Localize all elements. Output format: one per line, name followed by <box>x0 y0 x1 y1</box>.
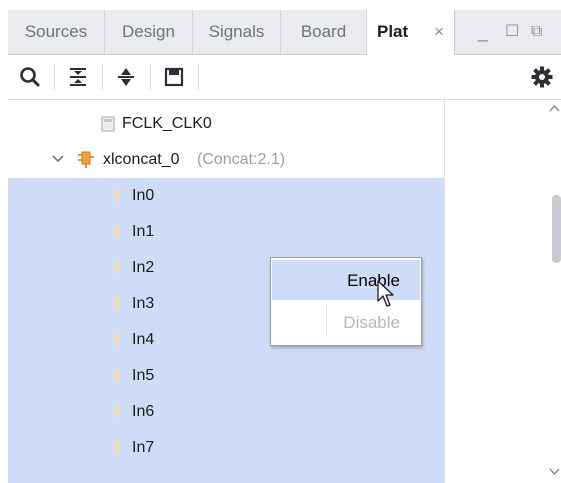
pin-icon <box>115 297 119 309</box>
pin-icon <box>115 333 119 345</box>
ip-version-label: (Concat:2.1) <box>197 151 286 168</box>
tab-board[interactable]: Board <box>281 10 367 54</box>
properties-pane <box>445 100 561 483</box>
expand-all-icon[interactable] <box>114 65 138 89</box>
tree-row-label: In5 <box>132 367 155 384</box>
menu-item-label: Disable <box>343 313 400 332</box>
tab-plat[interactable]: Plat × <box>367 10 455 55</box>
pin-icon <box>115 225 119 237</box>
tree-row-label: In1 <box>132 223 155 240</box>
pin-icon <box>115 369 119 381</box>
collapse-all-icon[interactable] <box>66 65 90 89</box>
tree-row-xlconcat-0[interactable]: xlconcat_0 (Concat:2.1) <box>8 142 444 178</box>
pin-icon <box>115 189 119 201</box>
toolbar-divider <box>198 64 199 90</box>
tree-row-label: FCLK_CLK0 <box>122 115 212 132</box>
maximize-icon[interactable]: ☐ <box>505 10 519 54</box>
tree-row-label: In4 <box>132 331 155 348</box>
minimize-icon[interactable]: _ <box>478 10 488 54</box>
tree-row-in0[interactable]: In0 <box>8 178 444 214</box>
toolbar-divider <box>102 64 103 90</box>
tree-row-fclk-clk0[interactable]: FCLK_CLK0 <box>8 106 444 142</box>
platform-panel: Sources Design Signals Board Plat × _ ☐ … <box>8 10 561 483</box>
tree-row-label: In7 <box>132 439 155 456</box>
tab-signals[interactable]: Signals <box>193 10 281 54</box>
restore-icon[interactable]: ⧉ <box>531 10 542 54</box>
context-menu: Enable Disable <box>270 257 422 346</box>
tab-bar: Sources Design Signals Board Plat × _ ☐ … <box>8 10 561 55</box>
menu-item-enable[interactable]: Enable <box>272 260 420 300</box>
tree-row-label: In2 <box>132 259 155 276</box>
toolbar <box>8 55 561 100</box>
toolbar-divider <box>150 64 151 90</box>
port-icon <box>101 116 115 132</box>
tab-design[interactable]: Design <box>105 10 193 54</box>
pin-icon <box>115 441 119 453</box>
tree-row-label: In3 <box>132 295 155 312</box>
tree-row-in1[interactable]: In1 <box>8 214 444 250</box>
scroll-up-icon[interactable] <box>548 102 561 116</box>
close-icon[interactable]: × <box>434 10 444 54</box>
search-icon[interactable] <box>18 65 42 89</box>
tree-row-in7[interactable]: In7 <box>8 430 444 483</box>
tree-row-in5[interactable]: In5 <box>8 358 444 394</box>
tree-row-label: xlconcat_0 <box>103 151 180 168</box>
pin-icon <box>115 261 119 273</box>
pin-icon <box>115 405 119 417</box>
ip-block-icon <box>78 151 94 168</box>
menu-item-disable[interactable]: Disable <box>272 302 420 342</box>
tree-row-label: In6 <box>132 403 155 420</box>
tree-row-label: In0 <box>132 187 155 204</box>
toolbar-divider <box>54 64 55 90</box>
chevron-down-icon[interactable] <box>52 154 64 164</box>
save-icon[interactable] <box>162 65 186 89</box>
tab-plat-label: Plat <box>377 22 409 41</box>
tab-sources[interactable]: Sources <box>8 10 105 54</box>
mouse-cursor-icon <box>377 280 394 307</box>
scroll-down-icon[interactable] <box>548 464 561 478</box>
tree-row-in6[interactable]: In6 <box>8 394 444 430</box>
scrollbar-thumb[interactable] <box>552 195 561 263</box>
gear-icon[interactable] <box>530 65 554 89</box>
